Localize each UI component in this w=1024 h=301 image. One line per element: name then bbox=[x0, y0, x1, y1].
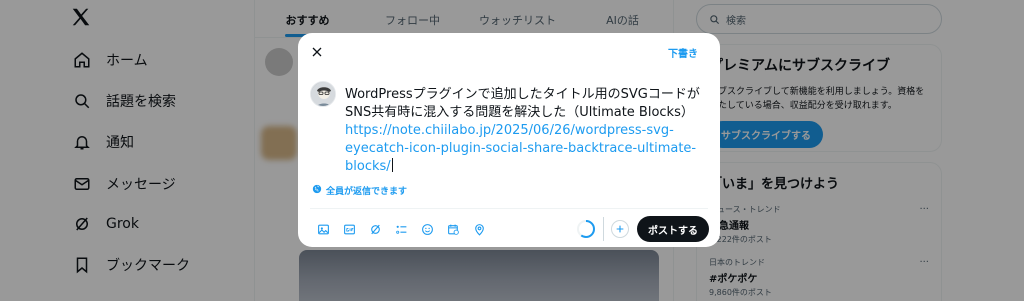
compose-text: WordPressプラグインで追加したタイトル用のSVGコードがSNS共有時に混… bbox=[345, 87, 700, 120]
reply-setting-label: 全員が返信できます bbox=[326, 187, 408, 197]
image-icon[interactable] bbox=[310, 218, 336, 240]
location-icon[interactable] bbox=[466, 218, 492, 240]
text-caret bbox=[391, 158, 393, 172]
compose-textarea[interactable]: WordPressプラグインで追加したタイトル用のSVGコードがSNS共有時に混… bbox=[345, 86, 705, 176]
schedule-icon[interactable] bbox=[440, 218, 466, 240]
post-button[interactable]: ポストする bbox=[637, 216, 709, 242]
x-home-page: ホーム 話題を検索 通知 メッセージ Grok ブックマーク おすすめ フォロー… bbox=[0, 0, 1024, 301]
gif-icon[interactable] bbox=[336, 218, 362, 240]
toolbar-separator bbox=[603, 217, 604, 241]
compose-modal: 下書き WordPressプラグインで追加したタイトル用のSVGコードがSNS共… bbox=[298, 33, 720, 247]
compose-toolbar bbox=[310, 218, 492, 240]
reply-setting-button[interactable]: 全員が返信できます bbox=[312, 184, 407, 197]
drafts-button[interactable]: 下書き bbox=[668, 45, 698, 60]
grok-icon[interactable] bbox=[362, 218, 388, 240]
globe-icon bbox=[312, 184, 322, 197]
avatar bbox=[310, 81, 336, 107]
compose-link: https://note.chiilabo.jp/2025/06/26/word… bbox=[345, 123, 697, 174]
add-post-icon[interactable] bbox=[611, 220, 629, 238]
emoji-icon[interactable] bbox=[414, 218, 440, 240]
poll-icon[interactable] bbox=[388, 218, 414, 240]
divider bbox=[310, 208, 708, 209]
character-count-ring bbox=[576, 219, 596, 239]
close-icon[interactable] bbox=[308, 43, 326, 61]
